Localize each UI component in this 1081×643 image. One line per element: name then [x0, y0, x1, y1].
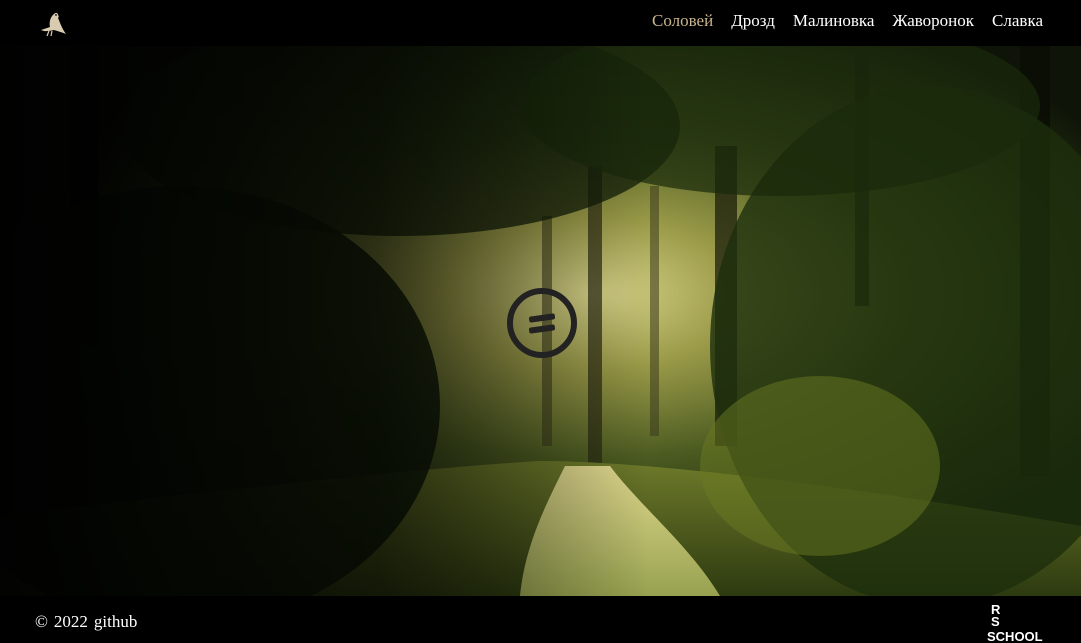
rs-school-logo[interactable]: R S SCHOOL: [987, 602, 1051, 643]
nav-item-lark[interactable]: Жаворонок: [892, 11, 974, 31]
copyright-year: 2022: [53, 612, 88, 631]
nav-item-nightingale[interactable]: Соловей: [652, 11, 713, 31]
nav-item-robin[interactable]: Малиновка: [793, 11, 875, 31]
bird-icon[interactable]: [35, 8, 67, 40]
hero-forest-image: [0, 46, 1081, 596]
nav-item-warbler[interactable]: Славка: [992, 11, 1043, 31]
main-nav: Соловей Дрозд Малиновка Жаворонок Славка: [652, 11, 1043, 31]
copyright-symbol: ©: [35, 612, 48, 631]
pause-icon[interactable]: [506, 287, 578, 359]
site-footer: © 2022 github R S SCHOOL: [0, 596, 1081, 643]
rs-logo-line1: R S: [991, 602, 1015, 629]
nav-item-thrush[interactable]: Дрозд: [731, 11, 775, 31]
site-header: Соловей Дрозд Малиновка Жаворонок Славка: [0, 0, 1081, 46]
copyright: © 2022 github: [35, 612, 137, 632]
rs-logo-line2: SCHOOL: [987, 629, 1043, 643]
github-link[interactable]: github: [94, 612, 137, 631]
